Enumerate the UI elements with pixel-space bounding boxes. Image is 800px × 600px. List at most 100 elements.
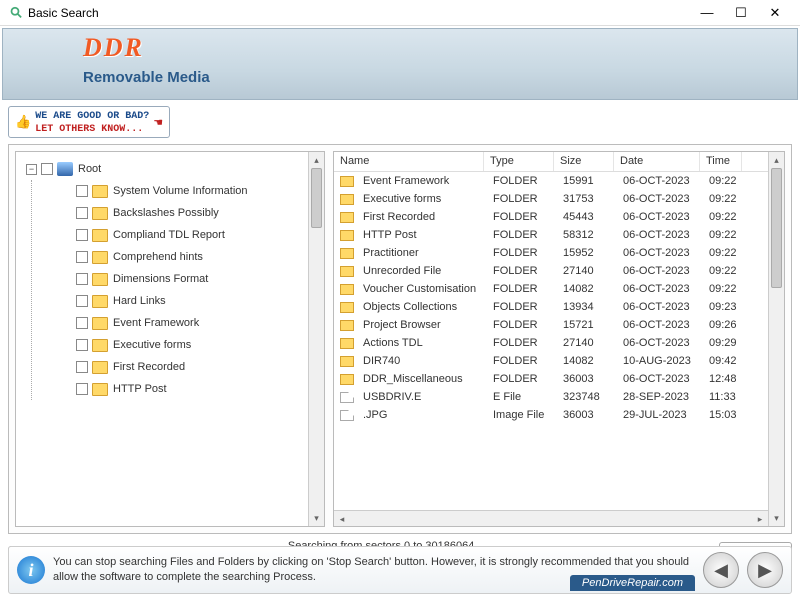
list-row[interactable]: Executive formsFOLDER3175306-OCT-202309:… [334,190,784,208]
list-body[interactable]: Event FrameworkFOLDER1599106-OCT-202309:… [334,172,784,526]
prev-button[interactable]: ◀ [703,552,739,588]
tree-item[interactable]: Event Framework [32,312,320,334]
tree-item[interactable]: System Volume Information [32,180,320,202]
cell-date: 06-OCT-2023 [617,372,703,386]
folder-tree[interactable]: − Root System Volume InformationBackslas… [16,152,324,526]
maximize-button[interactable]: ☐ [724,2,758,24]
tree-item[interactable]: First Recorded [32,356,320,378]
cell-date: 06-OCT-2023 [617,300,703,314]
window-title: Basic Search [28,6,690,20]
folder-icon [340,194,354,205]
list-row[interactable]: .JPGImage File3600329-JUL-202315:03 [334,406,784,424]
next-button[interactable]: ▶ [747,552,783,588]
tree-scrollbar[interactable]: ▴▾ [308,152,324,526]
tree-item[interactable]: Comprehend hints [32,246,320,268]
checkbox[interactable] [76,339,88,351]
tree-root[interactable]: − Root [20,158,320,180]
cell-type: FOLDER [487,354,557,368]
list-row[interactable]: DIR740FOLDER1408210-AUG-202309:42 [334,352,784,370]
tree-item[interactable]: Dimensions Format [32,268,320,290]
list-row[interactable]: Actions TDLFOLDER2714006-OCT-202309:29 [334,334,784,352]
close-button[interactable]: ✕ [758,2,792,24]
cell-type: FOLDER [487,318,557,332]
folder-icon [92,185,108,198]
feedback-banner[interactable]: 👍 WE ARE GOOD OR BAD?LET OTHERS KNOW... … [8,106,170,138]
checkbox[interactable] [76,383,88,395]
cell-time: 09:22 [703,210,745,224]
cell-name: Unrecorded File [357,264,487,278]
cell-date: 06-OCT-2023 [617,210,703,224]
cell-date: 28-SEP-2023 [617,390,703,404]
cell-type: FOLDER [487,300,557,314]
list-row[interactable]: HTTP PostFOLDER5831206-OCT-202309:22 [334,226,784,244]
tree-item[interactable]: HTTP Post [32,378,320,400]
list-row[interactable]: Objects CollectionsFOLDER1393406-OCT-202… [334,298,784,316]
tree-item[interactable]: Compliand TDL Report [32,224,320,246]
cell-type: FOLDER [487,210,557,224]
cell-type: FOLDER [487,174,557,188]
cell-size: 13934 [557,300,617,314]
list-row[interactable]: Unrecorded FileFOLDER2714006-OCT-202309:… [334,262,784,280]
cell-size: 45443 [557,210,617,224]
cell-type: E File [487,390,557,404]
tree-item-label: Event Framework [113,317,199,329]
list-scrollbar-v[interactable]: ▴▾ [768,152,784,526]
col-time[interactable]: Time [700,152,742,171]
tree-item-label: HTTP Post [113,383,167,395]
cell-time: 09:26 [703,318,745,332]
tree-item[interactable]: Backslashes Possibly [32,202,320,224]
minimize-button[interactable]: — [690,2,724,24]
list-row[interactable]: USBDRIV.EE File32374828-SEP-202311:33 [334,388,784,406]
list-row[interactable]: First RecordedFOLDER4544306-OCT-202309:2… [334,208,784,226]
tree-item-label: Hard Links [113,295,166,307]
cell-type: Image File [487,408,557,422]
checkbox[interactable] [76,251,88,263]
folder-icon [340,302,354,313]
app-icon [8,6,22,20]
checkbox[interactable] [76,185,88,197]
folder-icon [340,284,354,295]
list-row[interactable]: PractitionerFOLDER1595206-OCT-202309:22 [334,244,784,262]
cell-size: 27140 [557,264,617,278]
cell-time: 09:29 [703,336,745,350]
folder-icon [92,207,108,220]
checkbox[interactable] [76,295,88,307]
col-size[interactable]: Size [554,152,614,171]
cell-size: 15991 [557,174,617,188]
list-row[interactable]: DDR_MiscellaneousFOLDER3600306-OCT-20231… [334,370,784,388]
list-scrollbar-h[interactable]: ◂▸ [334,510,768,526]
col-type[interactable]: Type [484,152,554,171]
cell-type: FOLDER [487,228,557,242]
collapse-icon[interactable]: − [26,164,37,175]
tree-item[interactable]: Hard Links [32,290,320,312]
checkbox[interactable] [76,273,88,285]
cell-time: 09:23 [703,300,745,314]
list-row[interactable]: Event FrameworkFOLDER1599106-OCT-202309:… [334,172,784,190]
folder-icon [340,356,354,367]
list-row[interactable]: Project BrowserFOLDER1572106-OCT-202309:… [334,316,784,334]
tree-item-label: Dimensions Format [113,273,208,285]
folder-icon [340,212,354,223]
cell-type: FOLDER [487,246,557,260]
folder-icon [92,339,108,352]
list-row[interactable]: Voucher CustomisationFOLDER1408206-OCT-2… [334,280,784,298]
folder-icon [92,383,108,396]
col-name[interactable]: Name [334,152,484,171]
checkbox[interactable] [41,163,53,175]
cell-date: 06-OCT-2023 [617,228,703,242]
cell-name: HTTP Post [357,228,487,242]
folder-icon [340,320,354,331]
tree-item-label: Comprehend hints [113,251,203,263]
checkbox[interactable] [76,361,88,373]
folder-icon [340,338,354,349]
cell-size: 323748 [557,390,617,404]
checkbox[interactable] [76,317,88,329]
folder-icon [340,266,354,277]
cell-size: 15952 [557,246,617,260]
col-date[interactable]: Date [614,152,700,171]
tree-root-label: Root [78,163,101,175]
checkbox[interactable] [76,229,88,241]
list-header[interactable]: Name Type Size Date Time [334,152,784,172]
checkbox[interactable] [76,207,88,219]
tree-item[interactable]: Executive forms [32,334,320,356]
